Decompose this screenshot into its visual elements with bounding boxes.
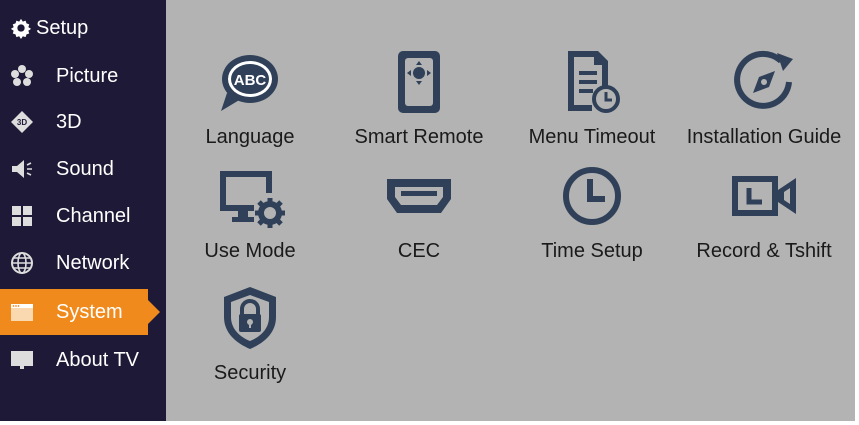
svg-text:ABC: ABC [234,72,267,89]
setup-screen: Setup Picture 3D 3D Sound Channel Networ… [0,0,855,421]
tile-label: Installation Guide [686,126,842,148]
globe-icon [10,251,34,275]
sidebar-item-label: Network [56,251,130,274]
video-camera-icon [728,160,800,232]
speech-bubble-icon: ABC [214,46,286,118]
grid-icon [10,204,34,228]
tile-installation-guide[interactable]: Installation Guide [679,46,849,156]
gear-icon [10,18,32,39]
shield-lock-icon [214,282,286,354]
tile-label: Language [205,126,295,148]
tile-use-mode[interactable]: Use Mode [165,160,335,270]
tile-record-tshift[interactable]: Record & Tshift [679,160,849,270]
tile-menu-timeout[interactable]: Menu Timeout [507,46,677,156]
tile-label: Smart Remote [354,126,484,148]
svg-text:3D: 3D [17,118,27,127]
sidebar-header-label: Setup [36,16,89,39]
speaker-icon [10,157,34,181]
sidebar-item-label: Picture [56,64,119,87]
sidebar-item-channel[interactable]: Channel [0,193,166,239]
tile-smart-remote[interactable]: Smart Remote [334,46,504,156]
remote-icon [383,46,455,118]
sidebar-item-3d[interactable]: 3D 3D [0,99,166,145]
3d-icon: 3D [10,110,34,134]
document-clock-icon [556,46,628,118]
sidebar-item-system[interactable]: System [0,289,160,335]
sidebar-item-label: 3D [56,110,82,133]
tile-language[interactable]: ABC Language [165,46,335,156]
monitor-gear-icon [214,160,286,232]
sidebar-item-label: About TV [56,348,140,371]
tile-label: Time Setup [541,240,643,262]
tile-time-setup[interactable]: Time Setup [507,160,677,270]
compass-icon [728,46,800,118]
tile-label: CEC [397,240,441,262]
tile-label: Record & Tshift [696,240,832,262]
tile-label: Use Mode [204,240,296,262]
tile-label: Security [213,362,287,384]
sidebar-item-network[interactable]: Network [0,240,166,286]
sidebar: Setup Picture 3D 3D Sound Channel Networ… [0,0,166,421]
monitor-icon [10,348,34,372]
sidebar-item-label: Sound [56,157,114,180]
tile-cec[interactable]: CEC [334,160,504,270]
clock-icon [556,160,628,232]
picture-icon [10,64,34,88]
sidebar-item-label: Channel [56,204,131,227]
sidebar-item-picture[interactable]: Picture [0,53,166,99]
hdmi-icon [383,160,455,232]
tile-security[interactable]: Security [165,282,335,392]
sidebar-header: Setup [10,13,88,43]
sidebar-item-about-tv[interactable]: About TV [0,337,166,383]
sidebar-item-label: System [56,300,123,323]
tile-label: Menu Timeout [528,126,656,148]
sidebar-item-sound[interactable]: Sound [0,146,166,192]
window-icon [10,300,34,324]
